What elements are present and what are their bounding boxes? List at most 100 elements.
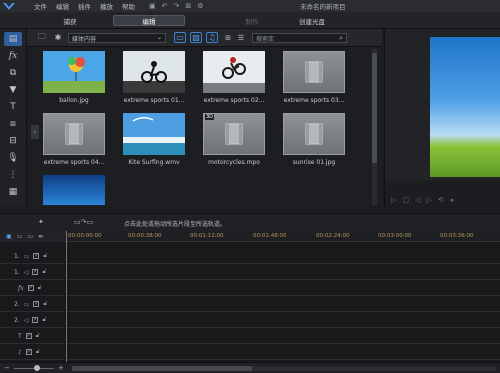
track-row[interactable] (66, 281, 500, 296)
track-header[interactable]: 2. ◁ ✓ 🔓︎ (0, 313, 64, 328)
lock-icon[interactable]: 🔓︎ (43, 300, 47, 308)
lock-icon[interactable]: 🔓︎ (36, 348, 40, 356)
track-row[interactable] (66, 329, 500, 344)
lock-icon[interactable]: 🔓︎ (42, 316, 46, 324)
menu-play[interactable]: 播放 (100, 1, 113, 11)
collapse-panel-arrow-icon[interactable]: › (31, 125, 39, 139)
media-filter-dropdown[interactable]: 媒体内容 ⌄ (68, 33, 166, 43)
tab-capture[interactable]: 捕获 (40, 15, 100, 26)
mode-bar: 捕获 编辑 制作 创建光盘 (0, 12, 500, 29)
track-header[interactable]: fx ✓ 🔓︎ (0, 281, 64, 296)
zoom-out-icon[interactable]: − (4, 364, 10, 372)
subtitle-room-icon[interactable]: ▦ (4, 185, 22, 199)
media-item[interactable]: 3D motorcycles.mpo (200, 113, 268, 166)
track-row[interactable] (66, 265, 500, 280)
track-manager-icon[interactable]: ▣ (6, 233, 12, 240)
view-toggle-icon[interactable]: ▭ (17, 233, 23, 240)
fx-room-icon[interactable]: fx (4, 49, 22, 63)
view-list-icon[interactable]: ☰ (235, 32, 247, 43)
tab-edit[interactable]: 编辑 (113, 15, 185, 26)
lock-icon[interactable]: 🔓︎ (43, 252, 47, 260)
menu-help[interactable]: 帮助 (122, 1, 135, 11)
fx-track-icon: fx (18, 284, 24, 292)
media-item[interactable]: ballon.jpg (40, 51, 108, 104)
menu-plugins[interactable]: 插件 (78, 1, 91, 11)
timecode-label: 00:03:36:00 (440, 233, 474, 239)
loop-icon[interactable]: ⟲ (438, 196, 444, 204)
app-logo-icon (0, 0, 18, 12)
next-frame-icon[interactable]: ▷ (426, 196, 431, 204)
snapshot-icon[interactable]: ⊠ (185, 2, 191, 10)
timeline-scrollbar[interactable] (72, 366, 496, 371)
particle-room-icon[interactable]: ▼ (4, 83, 22, 97)
track-enable-checkbox[interactable]: ✓ (32, 269, 39, 275)
filter-audio-icon[interactable]: ♫ (206, 32, 218, 43)
undo-icon[interactable]: ↶ (162, 2, 168, 10)
media-item[interactable]: extreme sports 03... (280, 51, 348, 104)
lock-icon[interactable]: 🔓︎ (38, 284, 42, 292)
view-grid-icon[interactable]: ⊞ (223, 32, 233, 43)
media-item[interactable]: extreme sports 02... (200, 51, 268, 104)
lock-icon[interactable]: 🔓︎ (42, 268, 46, 276)
chapter-room-icon[interactable]: ⋮ (4, 168, 22, 182)
media-item[interactable]: sunrise 01.jpg (280, 113, 348, 166)
track-number: 2. (14, 300, 20, 308)
track-enable-checkbox[interactable]: ✓ (32, 317, 39, 323)
menu-edit[interactable]: 编辑 (56, 1, 69, 11)
media-item-name: extreme sports 01... (123, 97, 185, 104)
track-row[interactable] (66, 313, 500, 328)
media-item[interactable]: extreme sports 04... (40, 113, 108, 166)
media-item[interactable]: Kite Surfing.wmv (120, 113, 188, 166)
time-ruler[interactable]: 00:00:00:00 00:00:38:00 00:01:12:00 00:0… (66, 231, 500, 242)
track-enable-checkbox[interactable]: ✓ (25, 349, 32, 355)
magic-tools-icon[interactable]: ✦ (38, 218, 44, 226)
track-enable-checkbox[interactable]: ✓ (33, 253, 40, 259)
import-folder-icon[interactable]: 🗀 (36, 32, 48, 43)
fit-timeline-icon[interactable]: ⇹ (38, 233, 43, 240)
track-header[interactable]: 2. ▭ ✓ 🔓︎ (0, 297, 64, 312)
playhead[interactable] (66, 231, 67, 362)
volume-icon[interactable]: ◂ (450, 196, 454, 204)
media-item-name: sunrise 01.jpg (292, 159, 336, 166)
play-icon[interactable]: ▷ (391, 196, 396, 204)
track-header[interactable]: ♪ ✓ 🔓︎ (0, 345, 64, 360)
title-room-icon[interactable]: T (4, 100, 22, 114)
settings-icon[interactable]: ⚙ (197, 2, 203, 10)
storyboard-icon[interactable]: ▭↷▭ (74, 218, 93, 226)
prev-frame-icon[interactable]: ◁ (415, 196, 420, 204)
plugin-puzzle-icon[interactable]: ✱ (52, 32, 64, 43)
filter-image-icon[interactable]: ▨ (190, 32, 202, 43)
track-row[interactable] (66, 249, 500, 264)
library-toolbar: 🗀 ✱ 媒体内容 ⌄ ▭ ▨ ♫ ⊞ 搜索库 ⌕ ☰ (27, 29, 382, 47)
zoom-slider-knob[interactable] (34, 365, 40, 371)
track-row[interactable] (66, 345, 500, 360)
track-enable-checkbox[interactable]: ✓ (33, 301, 40, 307)
lock-icon[interactable]: 🔓︎ (36, 332, 40, 340)
track-enable-checkbox[interactable]: ✓ (27, 285, 34, 291)
media-item[interactable] (40, 175, 108, 205)
library-scrollbar[interactable] (372, 49, 377, 205)
pip-room-icon[interactable]: ⧉ (4, 66, 22, 80)
redo-icon[interactable]: ↷ (174, 2, 180, 10)
media-item-name: extreme sports 03... (283, 97, 345, 104)
track-enable-checkbox[interactable]: ✓ (25, 333, 32, 339)
video-placeholder-thumbnail (283, 113, 345, 155)
media-library-icon[interactable]: ▤ (4, 32, 22, 46)
library-search-input[interactable]: 搜索库 ⌕ (252, 33, 347, 43)
track-row[interactable] (66, 297, 500, 312)
transition-room-icon[interactable]: ⧈ (4, 117, 22, 131)
menu-file[interactable]: 文件 (34, 1, 47, 11)
track-header[interactable]: 1. ▭ ✓ 🔓︎ (0, 249, 64, 264)
voiceover-mic-icon[interactable]: 🎙 (4, 151, 22, 165)
filter-video-icon[interactable]: ▭ (174, 32, 186, 43)
save-icon[interactable]: ▣ (149, 2, 156, 10)
track-header[interactable]: 1. ◁ ✓ 🔓︎ (0, 265, 64, 280)
audio-mixing-icon[interactable]: ⊟ (4, 134, 22, 148)
audio-view-icon[interactable]: ▭ (27, 233, 33, 240)
stop-icon[interactable]: □ (402, 196, 409, 204)
track-header[interactable]: T ✓ 🔓︎ (0, 329, 64, 344)
tab-produce[interactable]: 制作 (222, 15, 282, 26)
tab-create-disc[interactable]: 创建光盘 (282, 15, 342, 26)
media-item[interactable]: extreme sports 01... (120, 51, 188, 104)
zoom-in-icon[interactable]: + (58, 364, 64, 372)
